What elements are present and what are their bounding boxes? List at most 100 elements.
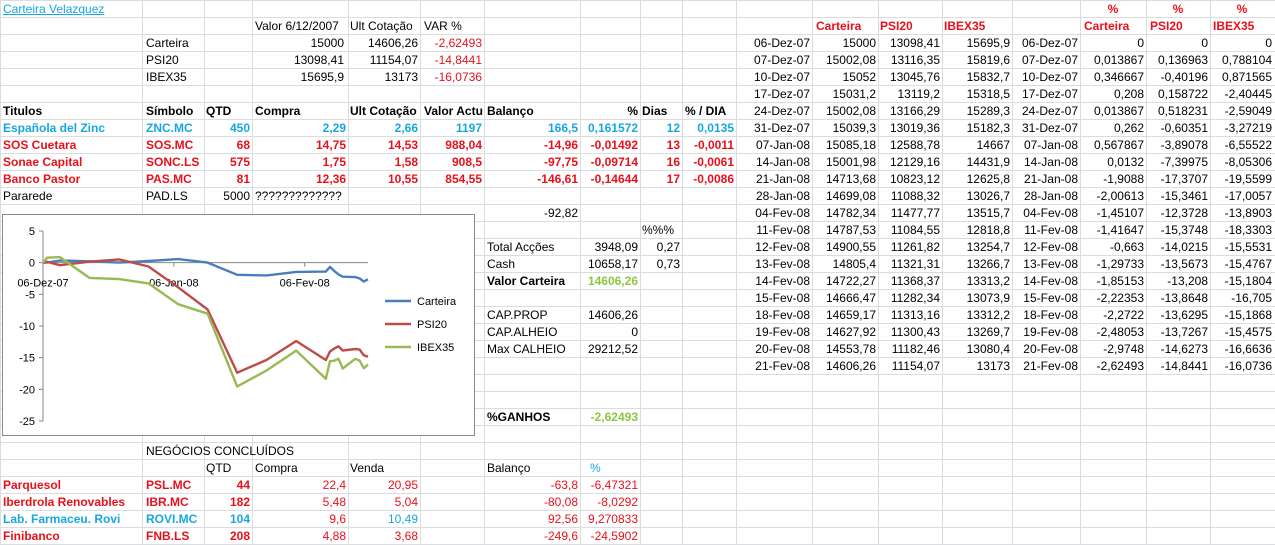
history-ibex35: 14431,9 xyxy=(966,155,1010,169)
stats-label: Total Acções xyxy=(487,240,555,254)
history-ibex35: 13269,7 xyxy=(966,325,1010,339)
pct-carteira: -1,85153 xyxy=(1096,274,1144,288)
pct-date: 12-Fev-08 xyxy=(1023,240,1078,254)
holding-days: 12 xyxy=(666,121,680,135)
pct-psi20: -13,7267 xyxy=(1160,325,1208,339)
history-date: 19-Fev-08 xyxy=(755,325,810,339)
history-header: PSI20 xyxy=(880,19,913,33)
history-date: 11-Fev-08 xyxy=(756,223,810,237)
pct-ibex35: -15,4767 xyxy=(1224,257,1272,271)
pct-ibex35: -15,1804 xyxy=(1224,274,1272,288)
closed-sell: 20,95 xyxy=(387,478,418,492)
summary-value: 15695,9 xyxy=(300,70,344,84)
pct-date: 31-Dez-07 xyxy=(1021,121,1078,135)
history-psi20: 11313,16 xyxy=(890,308,940,322)
holdings-header: Titulos xyxy=(3,104,43,118)
pct-carteira: -1,45107 xyxy=(1096,206,1144,220)
history-carteira: 14627,92 xyxy=(825,325,876,339)
history-psi20: 11477,77 xyxy=(890,206,940,220)
holding-value: 1197 xyxy=(455,121,482,135)
history-date: 06-Dez-07 xyxy=(753,36,810,50)
pct-date: 10-Dez-07 xyxy=(1021,70,1078,84)
pct-psi20: -13,208 xyxy=(1167,274,1208,288)
holding-name: Española del Zinc xyxy=(3,121,106,135)
holding-name: Sonae Capital xyxy=(3,155,83,169)
holding-pct: 0,161572 xyxy=(587,121,638,135)
closed-balance: 92,56 xyxy=(547,512,578,526)
pct-carteira: -2,00613 xyxy=(1096,189,1144,203)
holding-name: SOS Cuetara xyxy=(3,138,77,152)
holding-buy: 1,75 xyxy=(322,155,346,169)
summary-header: Valor 6/12/2007 xyxy=(255,19,339,33)
pct-carteira: 0,567867 xyxy=(1093,138,1144,152)
holdings-header: Ult Cotação xyxy=(350,104,417,118)
pct-carteira: -2,2722 xyxy=(1103,308,1144,322)
y-tick-label: -20 xyxy=(19,384,35,396)
holding-symbol: PAD.LS xyxy=(146,189,188,203)
ganhos-value: -2,62493 xyxy=(590,410,638,424)
pct-carteira: 0,0132 xyxy=(1107,155,1144,169)
pct-date: 24-Dez-07 xyxy=(1021,104,1078,118)
history-carteira: 14699,08 xyxy=(825,189,876,203)
holdings-header: Dias xyxy=(642,104,668,118)
history-psi20: 13119,2 xyxy=(897,87,941,101)
pct-psi20: -13,8648 xyxy=(1160,291,1208,305)
closed-header: QTD xyxy=(206,461,232,475)
holding-balance: 166,5 xyxy=(547,121,578,135)
pct-psi20: -14,0215 xyxy=(1160,240,1208,254)
stats-pct: 0,73 xyxy=(656,257,680,271)
holding-value xyxy=(420,188,482,205)
y-tick-label: -25 xyxy=(19,416,35,428)
history-date: 24-Dez-07 xyxy=(753,104,810,118)
legend-label-carteira: Carteira xyxy=(417,296,457,308)
summary-label: IBEX35 xyxy=(146,70,187,84)
history-carteira: 15001,98 xyxy=(825,155,876,169)
holding-balance: -146,61 xyxy=(537,172,578,186)
closed-name: Iberdrola Renovables xyxy=(3,495,126,509)
performance-line-chart: 50-5-10-15-20-2506-Dez-07 06-Jan-08 06-Fev… xyxy=(17,226,457,428)
holding-balance xyxy=(484,188,578,205)
sheet-title-link[interactable]: Carteira Velazquez xyxy=(3,1,143,18)
closed-qty: 104 xyxy=(229,512,250,526)
closed-sell: 10,49 xyxy=(387,512,418,526)
history-psi20: 11300,43 xyxy=(890,325,940,339)
holding-buy: ????????????? xyxy=(255,189,342,203)
history-psi20: 11088,32 xyxy=(890,189,940,203)
closed-sell: 5,04 xyxy=(394,495,418,509)
pct-date: 07-Jan-08 xyxy=(1023,138,1078,152)
summary-value: 11154,07 xyxy=(369,53,418,67)
history-carteira: 15002,08 xyxy=(825,104,876,118)
history-psi20: 13166,29 xyxy=(889,104,940,118)
history-date: 20-Fev-08 xyxy=(755,342,810,356)
pct-psi20: -13,6295 xyxy=(1160,308,1208,322)
pct-ibex35: -3,27219 xyxy=(1224,121,1272,135)
cap-value: 0 xyxy=(631,325,638,339)
pct-psi20: -12,3728 xyxy=(1160,206,1208,220)
pct-psi20: -7,39975 xyxy=(1160,155,1208,169)
history-ibex35: 13073,9 xyxy=(966,291,1010,305)
pct-symbol: % xyxy=(1236,2,1248,16)
stats-value: 10658,17 xyxy=(587,257,638,271)
holding-symbol: SOS.MC xyxy=(146,138,194,152)
history-carteira: 14713,68 xyxy=(825,172,876,186)
pct-symbol: % xyxy=(1107,2,1119,16)
history-ibex35: 13312,2 xyxy=(966,308,1010,322)
summary-header: VAR % xyxy=(424,19,462,33)
holding-pct: -0,09714 xyxy=(590,155,638,169)
pct-psi20: -15,3461 xyxy=(1160,189,1208,203)
history-date: 10-Dez-07 xyxy=(753,70,810,84)
chart-panel[interactable]: 5 0 -5 -10 -15 -20 -25 06-Dez-07 06-Jan-08 06-Fev… xyxy=(2,214,475,436)
history-date: 07-Dez-07 xyxy=(753,53,810,67)
holding-qty: 5000 xyxy=(223,189,250,203)
history-ibex35: 12625,8 xyxy=(966,172,1010,186)
history-carteira: 14606,26 xyxy=(825,359,876,373)
holding-pct-day: 0,0135 xyxy=(697,121,734,135)
pct-psi20: -3,89078 xyxy=(1160,138,1208,152)
summary-value: 13173 xyxy=(384,70,418,84)
pct-ibex35: -15,4575 xyxy=(1224,325,1272,339)
holding-balance: -97,75 xyxy=(543,155,578,169)
summary-value: 15000 xyxy=(310,36,344,50)
holdings-header: % / DIA xyxy=(685,104,727,118)
pct-date: 17-Dez-07 xyxy=(1021,87,1078,101)
pct-psi20: -15,3748 xyxy=(1160,223,1208,237)
